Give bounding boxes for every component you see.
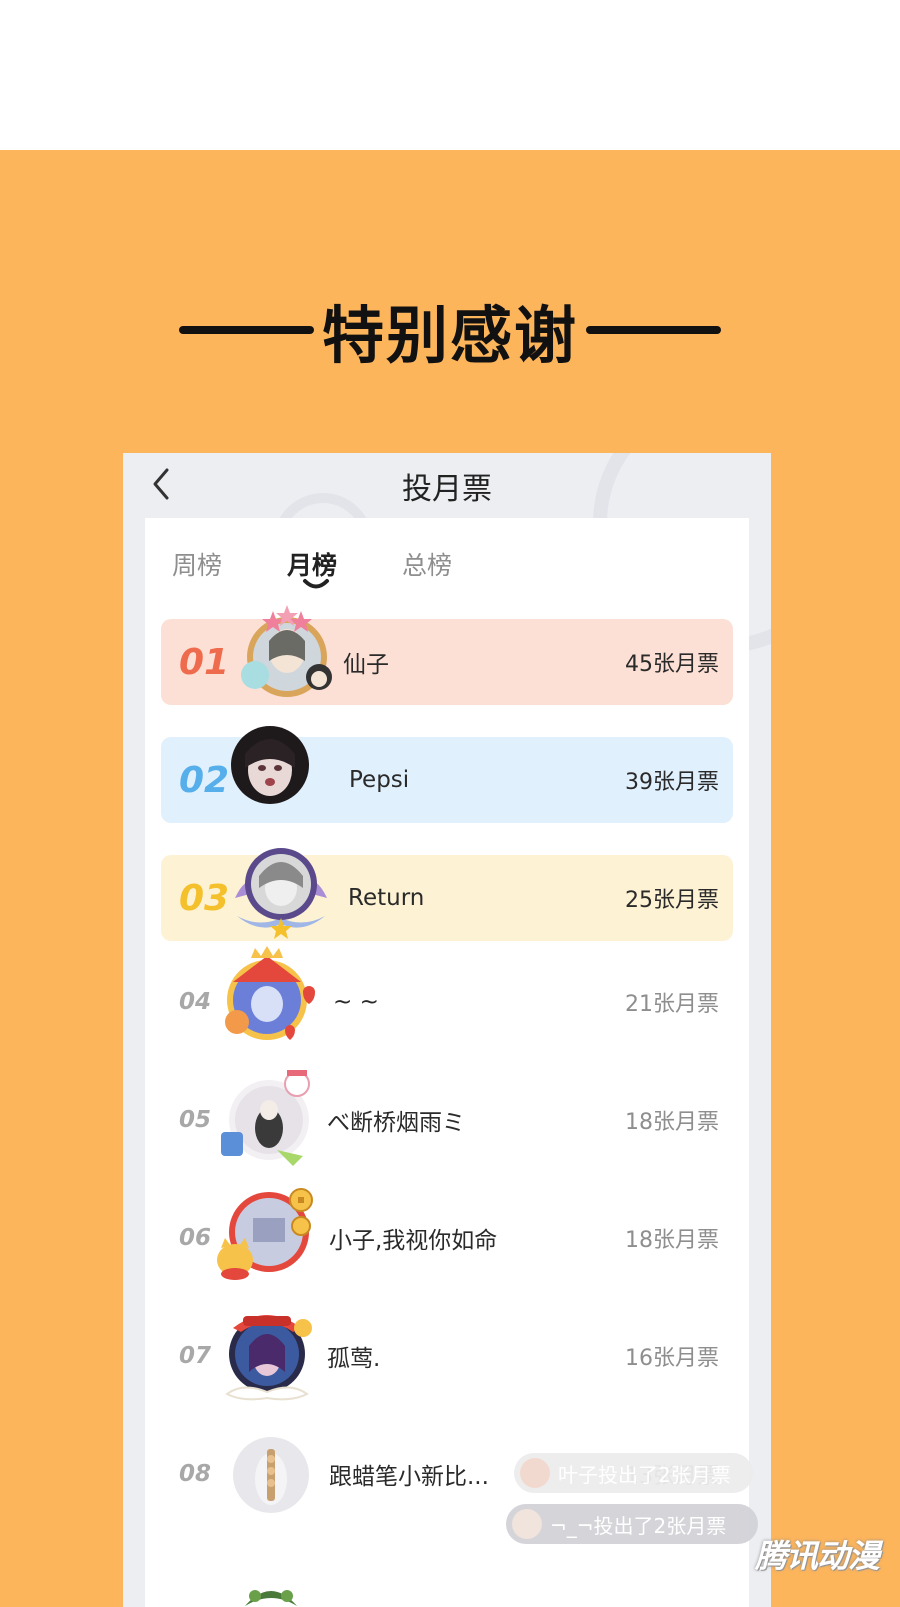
rank-number: 01 xyxy=(179,641,230,683)
avatar[interactable] xyxy=(235,601,339,705)
vote-count: 18张月票 xyxy=(625,1228,719,1253)
vote-count: 16张月票 xyxy=(625,1346,719,1371)
avatar[interactable] xyxy=(213,1182,317,1286)
user-name: 仙子 xyxy=(343,652,389,678)
avatar-frame-stars-icon xyxy=(241,605,332,697)
vote-count: 18张月票 xyxy=(625,1110,719,1135)
avatar-frame-wings-icon xyxy=(235,848,327,939)
tab-weekly[interactable]: 周榜 xyxy=(172,546,222,582)
avatar[interactable] xyxy=(229,724,311,806)
user-name: Return xyxy=(348,885,425,911)
active-tab-indicator xyxy=(303,579,329,589)
rank-number: 06 xyxy=(179,1225,212,1251)
special-thanks-title: 特别感谢 xyxy=(0,290,900,372)
vote-count: 25张月票 xyxy=(625,888,719,913)
top-blank-area xyxy=(0,0,900,150)
rank-number: 07 xyxy=(179,1343,212,1369)
vote-count: 21张月票 xyxy=(625,992,719,1017)
back-button[interactable] xyxy=(141,461,181,507)
tab-total[interactable]: 总榜 xyxy=(402,546,452,582)
avatar[interactable] xyxy=(231,1435,311,1515)
ranking-tabs: 周榜 月榜 总榜 xyxy=(145,518,749,603)
rank-number: 05 xyxy=(179,1107,212,1133)
monthly-ticket-screenshot: 投月票 周榜 月榜 总榜 01 仙子 45张月票 02 Pepsi 39张月票 … xyxy=(123,453,771,1607)
avatar-frame-lucky-cat-icon xyxy=(217,1188,313,1280)
avatar-photo-icon xyxy=(233,1437,309,1513)
tab-monthly[interactable]: 月榜 xyxy=(287,546,337,582)
toast-avatar xyxy=(520,1458,550,1488)
vote-count: 39张月票 xyxy=(625,770,719,795)
rank-number: 02 xyxy=(179,759,230,801)
title-dash-left xyxy=(178,326,314,334)
avatar-photo-icon xyxy=(231,726,309,804)
avatar-frame-snowman-icon xyxy=(221,1070,310,1166)
avatar-frame-crown-icon xyxy=(225,946,315,1040)
vote-count: 45张月票 xyxy=(625,652,719,677)
avatar-frame-fortune-icon xyxy=(225,1315,312,1401)
vote-notification-toast: 叶子投出了2张月票 xyxy=(514,1453,753,1493)
toast-text: 叶子投出了2张月票 xyxy=(558,1462,731,1487)
vote-notification-toast: ¬_¬投出了2张月票 xyxy=(506,1504,758,1544)
toast-text: ¬_¬投出了2张月票 xyxy=(550,1513,727,1538)
user-name: 跟蜡笔小新比... xyxy=(329,1464,489,1490)
special-thanks-text: 特别感谢 xyxy=(321,299,578,372)
avatar[interactable] xyxy=(231,1576,311,1607)
chevron-left-icon xyxy=(153,468,169,500)
toast-avatar xyxy=(512,1509,542,1539)
nav-bar: 投月票 xyxy=(123,453,771,518)
user-name: 小子,我视你如命 xyxy=(329,1228,498,1254)
ranking-panel: 周榜 月榜 总榜 01 仙子 45张月票 02 Pepsi 39张月票 03 R… xyxy=(145,518,749,1607)
avatar-frame-leaf-icon xyxy=(245,1590,297,1606)
user-name: Pepsi xyxy=(349,767,410,793)
avatar[interactable] xyxy=(229,838,333,942)
user-name: 孤莺. xyxy=(327,1346,381,1372)
avatar[interactable] xyxy=(213,1302,317,1406)
user-name: べ断桥烟雨ミ xyxy=(327,1110,465,1136)
avatar[interactable] xyxy=(217,1066,321,1170)
nav-title: 投月票 xyxy=(402,471,492,507)
rank-number: 04 xyxy=(179,989,212,1015)
rank-number: 03 xyxy=(179,877,230,919)
title-dash-right xyxy=(586,326,721,334)
user-name: ~ ~ xyxy=(333,989,379,1015)
rank-number: 08 xyxy=(179,1461,212,1487)
avatar[interactable] xyxy=(215,946,319,1050)
watermark-logo: 腾讯动漫 xyxy=(754,1537,880,1575)
